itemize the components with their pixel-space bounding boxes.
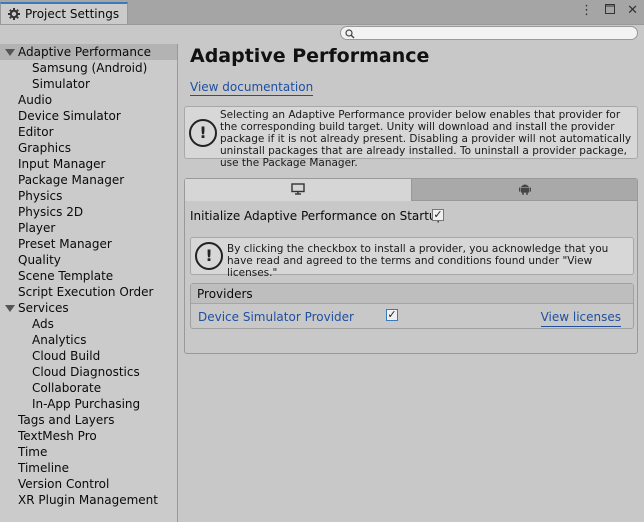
- sidebar-item-label: Samsung (Android): [32, 61, 148, 75]
- close-icon[interactable]: ✕: [627, 3, 638, 19]
- sidebar-item-label: TextMesh Pro: [18, 429, 97, 443]
- sidebar-item-preset-manager[interactable]: Preset Manager: [0, 236, 177, 252]
- sidebar-item-label: Graphics: [18, 141, 71, 155]
- sidebar-item-script-execution-order[interactable]: Script Execution Order: [0, 284, 177, 300]
- sidebar-item-tags-and-layers[interactable]: Tags and Layers: [0, 412, 177, 428]
- sidebar-item-services[interactable]: Services: [0, 300, 177, 316]
- sidebar-item-ads[interactable]: Ads: [0, 316, 177, 332]
- sidebar-item-audio[interactable]: Audio: [0, 92, 177, 108]
- sidebar-item-quality[interactable]: Quality: [0, 252, 177, 268]
- sidebar-item-version-control[interactable]: Version Control: [0, 476, 177, 492]
- desktop-icon: [291, 182, 305, 198]
- sidebar-item-editor[interactable]: Editor: [0, 124, 177, 140]
- more-icon[interactable]: ⋮: [580, 3, 593, 19]
- sidebar-item-analytics[interactable]: Analytics: [0, 332, 177, 348]
- android-icon: [518, 182, 531, 198]
- sidebar-item-label: Tags and Layers: [18, 413, 115, 427]
- startup-checkbox[interactable]: ✓: [432, 209, 444, 221]
- license-helpbox: ! By clicking the checkbox to install a …: [190, 237, 634, 279]
- sidebar-item-physics-2d[interactable]: Physics 2D: [0, 204, 177, 220]
- sidebar-item-graphics[interactable]: Graphics: [0, 140, 177, 156]
- platform-tabs: [185, 179, 637, 201]
- search-row: [0, 25, 644, 43]
- sidebar-item-adaptive-performance[interactable]: Adaptive Performance: [0, 44, 177, 60]
- sidebar-item-label: Player: [18, 221, 56, 235]
- sidebar-item-label: Editor: [18, 125, 54, 139]
- sidebar-item-collaborate[interactable]: Collaborate: [0, 380, 177, 396]
- sidebar-item-label: Analytics: [32, 333, 87, 347]
- sidebar-item-scene-template[interactable]: Scene Template: [0, 268, 177, 284]
- warning-icon: !: [189, 118, 217, 147]
- warning-icon: !: [195, 242, 223, 270]
- sidebar-item-player[interactable]: Player: [0, 220, 177, 236]
- info-text: Selecting an Adaptive Performance provid…: [220, 109, 632, 169]
- provider-panel: Initialize Adaptive Performance on Start…: [184, 178, 638, 354]
- expand-arrow-icon[interactable]: [5, 49, 15, 56]
- sidebar-item-label: Quality: [18, 253, 61, 267]
- page-title: Adaptive Performance: [190, 45, 430, 67]
- sidebar-item-time[interactable]: Time: [0, 444, 177, 460]
- sidebar-item-device-simulator[interactable]: Device Simulator: [0, 108, 177, 124]
- main-panel: Adaptive Performance View documentation …: [184, 44, 644, 522]
- sidebar-item-textmesh-pro[interactable]: TextMesh Pro: [0, 428, 177, 444]
- window-controls: ⋮ ✕: [580, 3, 638, 19]
- sidebar-item-timeline[interactable]: Timeline: [0, 460, 177, 476]
- sidebar-item-samsung-android[interactable]: Samsung (Android): [0, 60, 177, 76]
- sidebar-item-label: Preset Manager: [18, 237, 112, 251]
- sidebar-item-label: Ads: [32, 317, 54, 331]
- sidebar-item-label: Version Control: [18, 477, 110, 491]
- provider-checkbox[interactable]: ✓: [386, 309, 398, 321]
- providers-header: Providers: [191, 284, 633, 304]
- view-documentation-link[interactable]: View documentation: [190, 80, 314, 96]
- sidebar-item-label: Physics: [18, 189, 63, 203]
- sidebar-item-label: Services: [18, 301, 69, 315]
- sidebar-item-cloud-diagnostics[interactable]: Cloud Diagnostics: [0, 364, 177, 380]
- search-icon: [345, 28, 355, 42]
- gear-icon: [7, 7, 21, 21]
- sidebar-item-label: Input Manager: [18, 157, 106, 171]
- sidebar-item-label: Cloud Diagnostics: [32, 365, 140, 379]
- sidebar-item-label: Script Execution Order: [18, 285, 154, 299]
- sidebar-item-label: Physics 2D: [18, 205, 84, 219]
- sidebar-item-simulator[interactable]: Simulator: [0, 76, 177, 92]
- sidebar-item-label: Time: [18, 445, 48, 459]
- license-text: By clicking the checkbox to install a pr…: [227, 243, 609, 279]
- providers-list: Providers Device Simulator Provider ✓ Vi…: [190, 283, 634, 329]
- sidebar-item-label: Cloud Build: [32, 349, 101, 363]
- sidebar-item-label: Scene Template: [18, 269, 114, 283]
- sidebar-item-package-manager[interactable]: Package Manager: [0, 172, 177, 188]
- window-tab-bar: Project Settings ⋮ ✕: [0, 0, 644, 25]
- tab-desktop[interactable]: [185, 179, 412, 201]
- sidebar-item-label: Audio: [18, 93, 53, 107]
- sidebar-item-input-manager[interactable]: Input Manager: [0, 156, 177, 172]
- tab-android[interactable]: [412, 179, 637, 201]
- sidebar-item-label: Device Simulator: [18, 109, 121, 123]
- sidebar-item-label: Package Manager: [18, 173, 125, 187]
- settings-sidebar: Adaptive Performance Samsung (Android) Sim…: [0, 44, 178, 522]
- sidebar-item-label: XR Plugin Management: [18, 493, 158, 507]
- sidebar-item-label: In-App Purchasing: [32, 397, 141, 411]
- view-licenses-link[interactable]: View licenses: [540, 310, 621, 327]
- sidebar-item-in-app-purchasing[interactable]: In-App Purchasing: [0, 396, 177, 412]
- sidebar-item-label: Simulator: [32, 77, 90, 91]
- sidebar-item-label: Collaborate: [32, 381, 102, 395]
- maximize-icon[interactable]: [605, 3, 616, 19]
- sidebar-item-cloud-build[interactable]: Cloud Build: [0, 348, 177, 364]
- search-input[interactable]: [340, 26, 638, 40]
- info-helpbox: ! Selecting an Adaptive Performance prov…: [184, 106, 638, 169]
- expand-arrow-icon[interactable]: [5, 305, 15, 312]
- startup-label: Initialize Adaptive Performance on Start…: [190, 209, 445, 223]
- sidebar-item-xr-plugin-management[interactable]: XR Plugin Management: [0, 492, 177, 508]
- sidebar-item-label: Adaptive Performance: [18, 45, 151, 59]
- sidebar-item-physics[interactable]: Physics: [0, 188, 177, 204]
- provider-name: Device Simulator Provider: [198, 310, 354, 324]
- tab-project-settings[interactable]: Project Settings: [0, 2, 128, 24]
- tab-title: Project Settings: [25, 7, 120, 21]
- sidebar-item-label: Timeline: [18, 461, 70, 475]
